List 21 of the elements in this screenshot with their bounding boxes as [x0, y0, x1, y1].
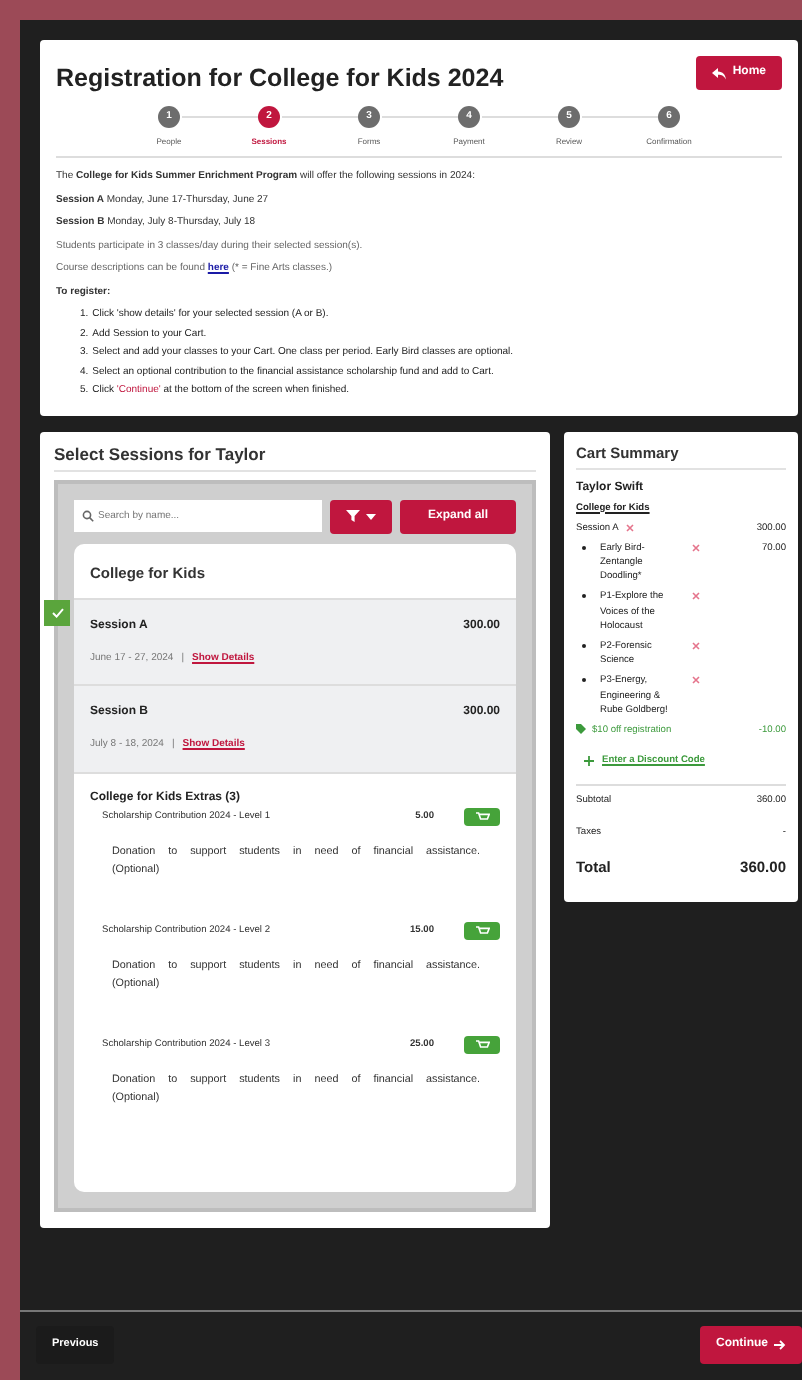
remove-icon: [692, 543, 700, 552]
cart-icon: [475, 1040, 489, 1051]
search-icon: [82, 509, 94, 522]
filter-button[interactable]: [329, 499, 392, 534]
caret-icon: [365, 513, 376, 520]
page-title: Registration for College for Kids 2024: [56, 64, 504, 94]
remove-icon: [692, 676, 700, 685]
tag-icon: [576, 723, 586, 734]
remove-icon: [692, 642, 700, 650]
card-title: Select Sessions for Taylor: [54, 443, 536, 472]
cart-icon: [475, 811, 489, 822]
right-arrow-icon: [774, 1340, 786, 1350]
remove-icon: [626, 523, 635, 532]
filter-icon: [345, 510, 360, 523]
add-to-cart-button[interactable]: [464, 922, 500, 941]
plus-icon: [584, 756, 594, 767]
reply-arrow-icon: [712, 67, 727, 79]
add-to-cart-button[interactable]: [464, 1036, 500, 1055]
add-to-cart-button[interactable]: [464, 807, 500, 826]
cart-icon: [475, 926, 489, 937]
remove-icon: [692, 592, 700, 601]
